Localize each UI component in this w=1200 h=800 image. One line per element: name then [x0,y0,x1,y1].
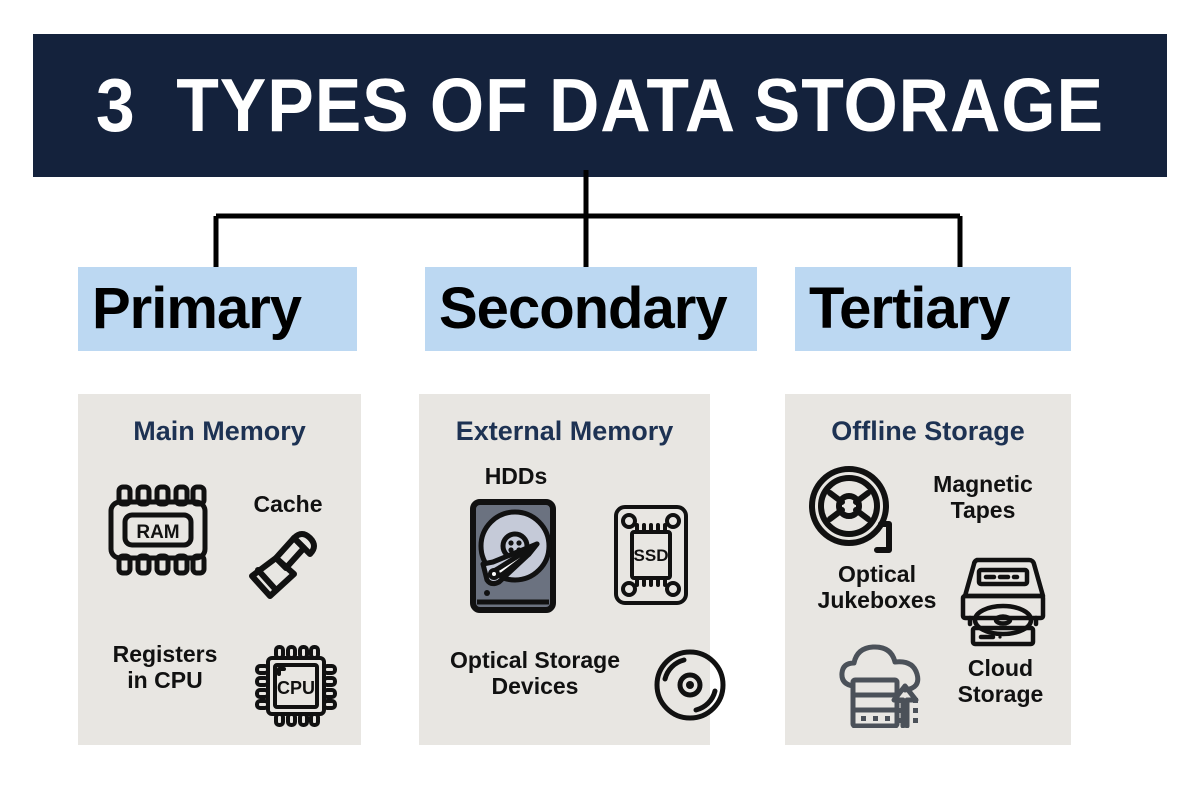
brush-icon [242,528,322,608]
item-label-cache: Cache [253,491,323,517]
jukebox-line2: Jukeboxes [817,586,937,613]
title-banner: 3 TYPES OF DATA STORAGE [33,34,1167,177]
jukebox-line1: Optical [838,561,916,587]
cpu-chip-icon: CPU [252,642,340,730]
category-band-secondary: Secondary [425,267,757,351]
panel-heading-offline-storage: Offline Storage [831,416,1025,446]
cpu-icon-text: CPU [277,678,315,698]
category-band-tertiary: Tertiary [795,267,1071,351]
item-label-cloud-storage: Cloud Storage [933,655,1068,708]
ram-icon-text: RAM [136,522,179,543]
disc-jukebox-icon [953,552,1053,648]
cloud-server-icon [837,642,929,728]
cloud-line2: Storage [957,680,1044,707]
item-label-magnetic-tapes: Magnetic Tapes [903,471,1063,524]
tape-reel-icon [807,462,901,556]
optical-disc-icon [651,646,729,724]
item-label-registers: Registers in CPU [90,641,240,694]
ssd-icon: SSD [611,502,691,608]
item-label-optical-storage: Optical Storage Devices [425,647,645,700]
panel-heading-external-memory: External Memory [455,416,674,446]
panel-primary: Main Memory RAM Cache Registers in CPU C… [78,394,361,745]
cloud-line1: Cloud [967,655,1034,681]
org-chart-connector [213,170,963,270]
category-label-primary: Primary [92,276,302,341]
magnetic-line2: Tapes [950,496,1016,523]
registers-line2: in CPU [127,666,203,693]
ssd-icon-text: SSD [634,546,669,565]
panel-tertiary: Offline Storage Magnetic Tapes Optical J… [785,394,1071,745]
category-label-tertiary: Tertiary [809,276,1010,341]
magnetic-line1: Magnetic [933,471,1033,497]
panel-heading-main-memory: Main Memory [133,416,306,446]
hard-disk-drive-icon [469,498,557,620]
panel-secondary: External Memory HDDs SSD Optical Storage… [419,394,726,745]
category-label-secondary: Secondary [439,276,728,341]
item-label-hdds: HDDs [484,463,548,489]
optical-line1: Optical Storage [450,647,620,673]
page-title: 3 TYPES OF DATA STORAGE [95,63,1104,147]
item-label-optical-jukeboxes: Optical Jukeboxes [787,561,967,614]
ram-chip-icon: RAM [100,482,216,578]
category-band-primary: Primary [78,267,357,351]
registers-line1: Registers [112,641,218,667]
optical-line2: Devices [491,672,579,699]
